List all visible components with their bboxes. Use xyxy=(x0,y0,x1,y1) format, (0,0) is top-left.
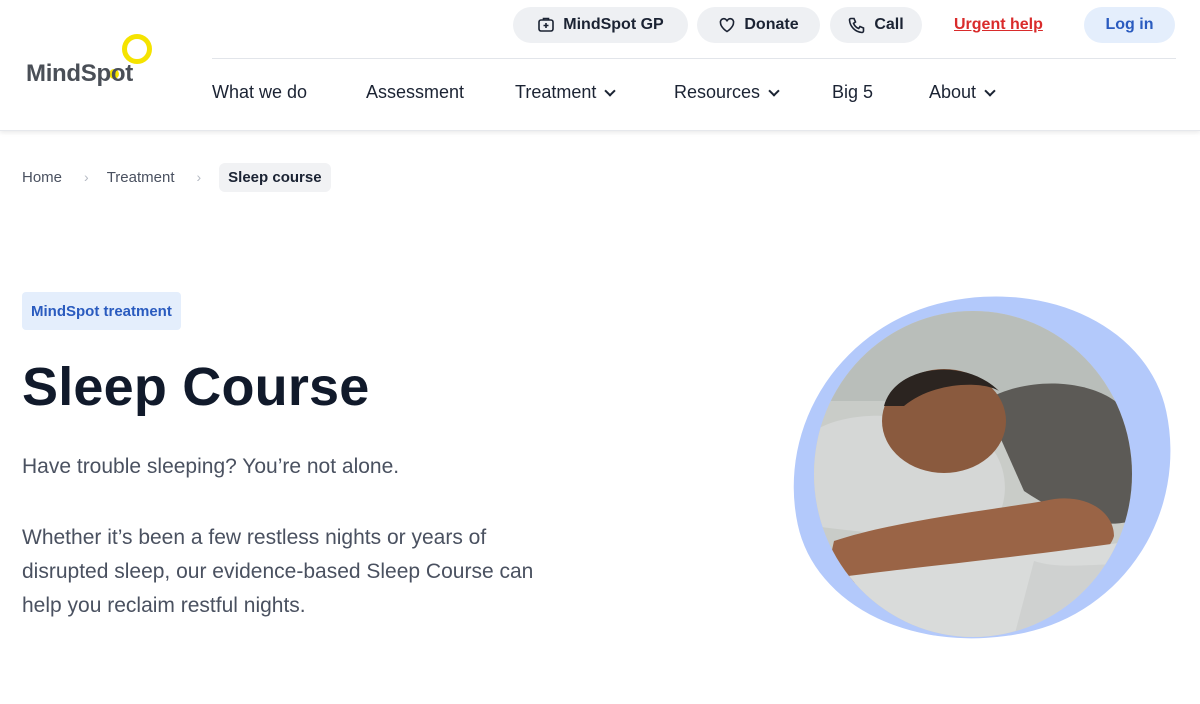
main-nav: What we do Assessment Treatment Resource… xyxy=(0,82,1200,108)
nav-item-big-5[interactable]: Big 5 xyxy=(832,82,873,103)
donate-button[interactable]: Donate xyxy=(697,7,820,43)
call-button[interactable]: Call xyxy=(830,7,922,43)
header-divider xyxy=(212,58,1176,59)
nav-item-label: Big 5 xyxy=(832,82,874,102)
phone-icon xyxy=(849,17,865,34)
sleeping-man-photo xyxy=(814,311,1132,637)
donate-label: Donate xyxy=(744,16,799,33)
chevron-right-icon: › xyxy=(84,169,89,185)
utility-nav: MindSpot GP Donate Call Urgent help Log … xyxy=(0,7,1200,43)
chevron-down-icon xyxy=(984,84,996,97)
treatment-tag: MindSpot treatment xyxy=(22,292,181,330)
mindspot-gp-button[interactable]: MindSpot GP xyxy=(513,7,688,43)
lead-text: Have trouble sleeping? You’re not alone. xyxy=(22,455,400,478)
heart-icon xyxy=(720,17,735,33)
urgent-help-link[interactable]: Urgent help xyxy=(954,7,1043,43)
hero-image xyxy=(758,261,1200,675)
nav-item-label: What we do xyxy=(212,82,308,102)
nav-item-resources[interactable]: Resources xyxy=(674,82,780,103)
mindspot-gp-label: MindSpot GP xyxy=(563,16,664,33)
page-title: Sleep Course xyxy=(22,357,370,417)
breadcrumb: Home › Treatment › Sleep course xyxy=(22,161,331,193)
nav-item-label: Treatment xyxy=(515,82,597,102)
nav-item-label: Assessment xyxy=(366,82,465,102)
chevron-down-icon xyxy=(768,84,780,97)
site-header: MindSpot MindSpot GP Donate Call Urgent … xyxy=(0,0,1200,131)
nav-item-what-we-do[interactable]: What we do xyxy=(212,82,307,103)
nav-item-label: About xyxy=(929,82,977,102)
sleeping-man-illustration xyxy=(814,311,1132,637)
intro-paragraph: Whether it’s been a few restless nights … xyxy=(22,526,534,617)
medical-case-icon xyxy=(538,17,555,32)
nav-item-about[interactable]: About xyxy=(929,82,996,103)
nav-item-treatment[interactable]: Treatment xyxy=(515,82,617,103)
log-in-button[interactable]: Log in xyxy=(1084,7,1175,43)
chevron-right-icon: › xyxy=(196,169,202,185)
breadcrumb-current: Sleep course xyxy=(219,162,331,192)
nav-item-label: Resources xyxy=(674,82,761,102)
breadcrumb-treatment[interactable]: Treatment xyxy=(107,169,175,186)
chevron-down-icon xyxy=(604,84,617,97)
nav-item-assessment[interactable]: Assessment xyxy=(366,82,464,103)
call-label: Call xyxy=(874,16,904,33)
breadcrumb-home[interactable]: Home xyxy=(22,169,62,186)
